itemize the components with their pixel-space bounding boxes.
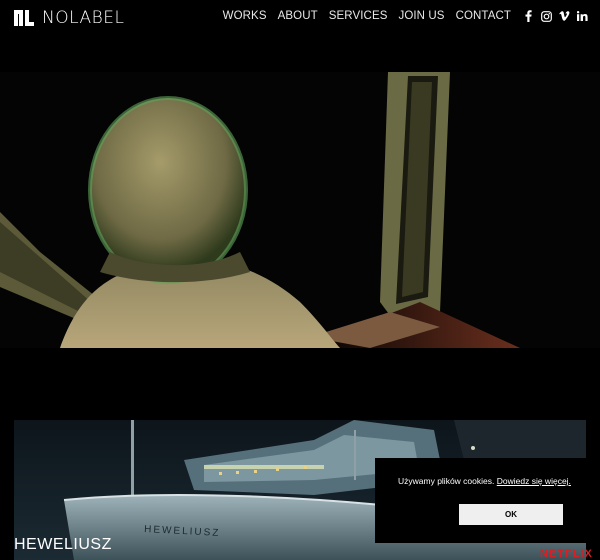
nav-works[interactable]: WORKS <box>223 10 267 22</box>
cookie-banner: Używamy plików cookies. Dowiedz się więc… <box>375 458 600 543</box>
facebook-icon[interactable] <box>523 10 534 22</box>
netflix-logo: NETFLIX <box>540 548 593 560</box>
cookie-learn-more-link[interactable]: Dowiedz się więcej. <box>497 476 571 486</box>
project-title[interactable]: HEWELIUSZ <box>14 536 112 554</box>
nav-contact[interactable]: CONTACT <box>456 10 511 22</box>
cookie-ok-button[interactable]: OK <box>459 504 563 525</box>
logo-mark-icon <box>14 10 34 26</box>
nav-join-us[interactable]: JOIN US <box>398 10 444 22</box>
logo[interactable]: NOLABEL <box>14 8 124 28</box>
logo-text: NOLABEL <box>42 8 125 28</box>
nav-about[interactable]: ABOUT <box>278 10 318 22</box>
nav-services[interactable]: SERVICES <box>329 10 388 22</box>
cookie-text: Używamy plików cookies. <box>398 476 495 486</box>
social-links <box>523 10 588 22</box>
vimeo-icon[interactable] <box>559 10 570 22</box>
instagram-icon[interactable] <box>541 10 552 22</box>
site-header: NOLABEL WORKS ABOUT SERVICES JOIN US CON… <box>0 0 600 36</box>
linkedin-icon[interactable] <box>577 10 588 22</box>
cookie-message: Używamy plików cookies. Dowiedz się więc… <box>398 476 571 486</box>
main-nav: WORKS ABOUT SERVICES JOIN US CONTACT <box>212 10 588 22</box>
hero-image <box>0 72 600 348</box>
hero-video[interactable] <box>0 72 600 348</box>
